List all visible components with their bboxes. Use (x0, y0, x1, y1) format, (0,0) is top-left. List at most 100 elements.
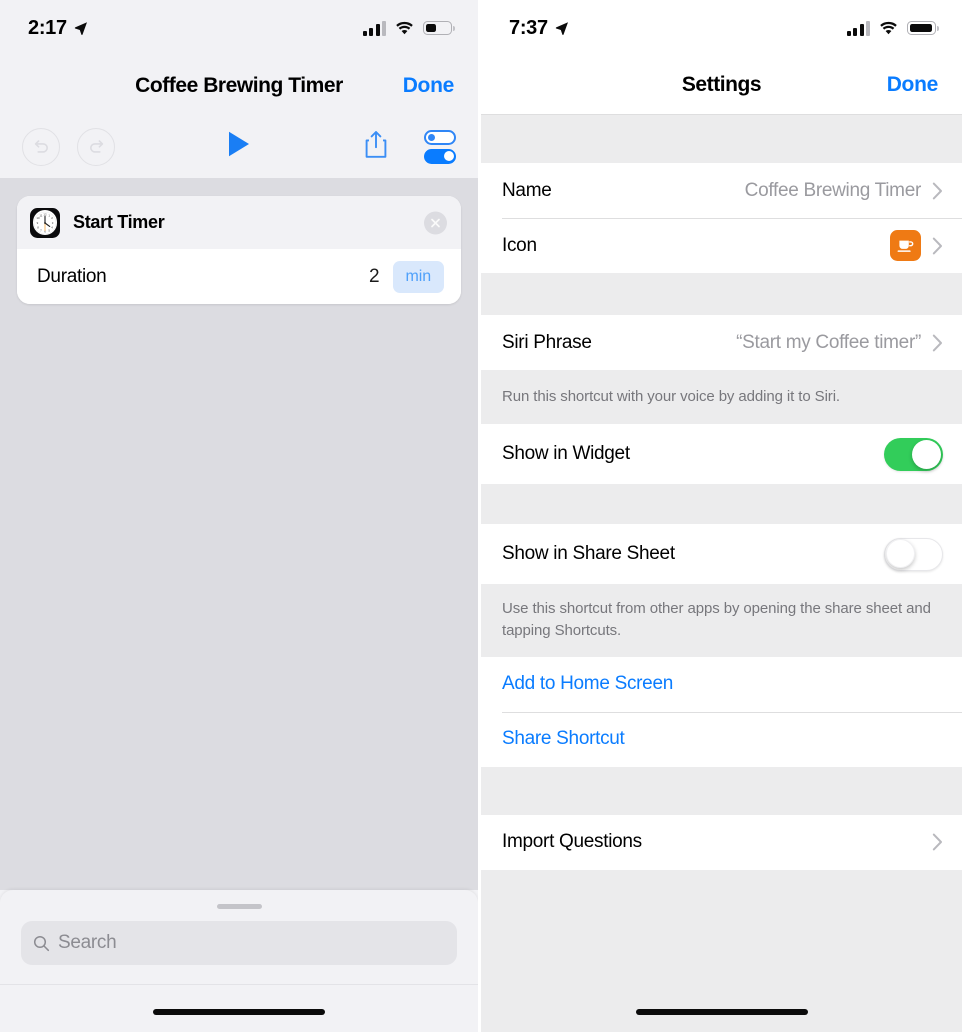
action-card-start-timer[interactable]: 12 3 69 12 45 78 10 11 Start Timer Durat… (17, 196, 461, 304)
shortcut-settings-screen: 7:37 Settings Done Name Coffee Brewing T… (481, 0, 962, 1032)
done-button-right[interactable]: Done (887, 73, 939, 97)
toggle-filled-icon (424, 148, 456, 164)
undo-button[interactable] (22, 127, 60, 166)
row-show-in-share-sheet[interactable]: Show in Share Sheet (481, 524, 962, 585)
clock-app-icon: 12 3 69 12 45 78 10 11 (30, 207, 60, 238)
row-name[interactable]: Name Coffee Brewing Timer (481, 163, 962, 218)
cellular-bars-icon (362, 20, 386, 36)
chevron-right-icon (932, 833, 942, 851)
remove-action-button[interactable] (424, 211, 447, 234)
svg-text:8: 8 (37, 225, 39, 229)
play-icon (229, 131, 249, 157)
section-gap-siri (481, 273, 962, 315)
run-shortcut-button[interactable] (226, 130, 252, 163)
show-in-share-sheet-toggle[interactable] (884, 537, 943, 571)
status-indicators-right (846, 20, 940, 36)
share-button[interactable] (364, 130, 388, 164)
action-title: Start Timer (73, 212, 165, 232)
svg-text:11: 11 (39, 213, 42, 217)
battery-icon (907, 21, 940, 35)
status-time-group-right: 7:37 (509, 17, 569, 40)
redo-button[interactable] (77, 127, 115, 166)
show-in-widget-toggle[interactable] (884, 437, 943, 471)
home-indicator[interactable] (635, 1009, 808, 1015)
svg-text:12: 12 (43, 212, 47, 216)
battery-icon (423, 21, 456, 35)
status-bar-left: 2:17 (0, 0, 478, 56)
status-bar-right: 7:37 (481, 0, 962, 56)
row-siri-phrase[interactable]: Siri Phrase “Start my Coffee timer” (481, 315, 962, 370)
row-siri-value: “Start my Coffee timer” (736, 331, 921, 353)
svg-text:5: 5 (48, 228, 50, 232)
search-icon (33, 935, 50, 951)
shortcut-settings-button[interactable] (424, 129, 456, 164)
nav-bar-left: Coffee Brewing Timer Done (0, 56, 478, 115)
section-siri: Siri Phrase “Start my Coffee timer” (481, 315, 962, 370)
editor-toolbar (0, 115, 478, 178)
row-icon[interactable]: Icon (481, 218, 962, 273)
location-arrow-icon (555, 22, 568, 35)
section-gap-import (481, 766, 962, 815)
undo-icon (34, 140, 48, 153)
status-clock-label-right: 7:37 (509, 16, 548, 39)
row-show-in-widget[interactable]: Show in Widget (481, 424, 962, 485)
svg-text:4: 4 (51, 225, 53, 229)
chevron-right-icon (932, 182, 942, 199)
section-share-sheet: Show in Share Sheet (481, 524, 962, 585)
action-parameter-row[interactable]: Duration 2 min (17, 249, 461, 304)
section-gap-share (481, 484, 962, 525)
import-questions-label: Import Questions (502, 831, 642, 853)
parameter-controls: 2 min (369, 260, 444, 293)
row-import-questions[interactable]: Import Questions (481, 814, 962, 870)
dual-screenshot-stage: 2:17 Coffee Brewing Timer Done 12 3 6 9 … (0, 0, 962, 1032)
row-name-value: Coffee Brewing Timer (744, 179, 922, 201)
wifi-icon (396, 21, 413, 35)
coffee-cup-icon[interactable] (890, 230, 921, 261)
sheet-grabber-handle[interactable] (216, 904, 262, 909)
row-name-label: Name (502, 179, 552, 201)
row-widget-label: Show in Widget (502, 443, 630, 465)
share-sheet-footnote: Use this shortcut from other apps by ope… (481, 584, 962, 657)
home-indicator[interactable] (153, 1009, 325, 1015)
row-icon-label: Icon (502, 234, 537, 256)
siri-footnote: Run this shortcut with your voice by add… (481, 370, 962, 425)
row-share-sheet-label: Show in Share Sheet (502, 543, 675, 565)
editor-right-tools (364, 129, 456, 164)
settings-list: Name Coffee Brewing Timer Icon Siri Phra… (481, 115, 962, 1032)
shortcut-editor-screen: 2:17 Coffee Brewing Timer Done 12 3 6 9 … (0, 0, 481, 1032)
action-card-header: 12 3 69 12 45 78 10 11 Start Timer (17, 196, 461, 249)
redo-icon (89, 140, 103, 153)
chevron-right-icon (932, 334, 942, 351)
history-buttons (22, 127, 115, 166)
done-button-left[interactable]: Done (403, 74, 455, 98)
status-indicators-left (362, 20, 456, 36)
actions-bottom-sheet: Search (0, 890, 478, 1032)
section-name-icon: Name Coffee Brewing Timer Icon (481, 163, 962, 273)
status-clock-label: 2:17 (28, 16, 67, 39)
share-shortcut-label: Share Shortcut (502, 728, 625, 750)
row-add-to-home-screen[interactable]: Add to Home Screen (481, 656, 962, 712)
chevron-right-icon (932, 237, 942, 254)
section-actions: Add to Home Screen Share Shortcut (481, 656, 962, 767)
duration-unit-pill[interactable]: min (392, 260, 444, 293)
svg-text:2: 2 (51, 216, 53, 220)
search-input[interactable]: Search (21, 921, 457, 965)
nav-bar-right: Settings Done (481, 56, 962, 115)
section-import: Import Questions (481, 814, 962, 870)
row-share-shortcut[interactable]: Share Shortcut (481, 711, 962, 767)
clock-hands-icon: 123 69 12 45 78 1011 (33, 211, 57, 234)
parameter-label: Duration (37, 265, 107, 287)
svg-text:9: 9 (37, 221, 39, 225)
svg-text:1: 1 (48, 213, 50, 217)
svg-text:3: 3 (52, 221, 54, 225)
section-widget: Show in Widget (481, 424, 962, 485)
svg-text:7: 7 (40, 228, 42, 232)
page-title: Coffee Brewing Timer (135, 73, 343, 97)
shortcut-canvas: 12 3 69 12 45 78 10 11 Start Timer Durat… (0, 178, 478, 890)
coffee-cup-glyph (897, 240, 913, 252)
duration-value[interactable]: 2 (369, 266, 380, 288)
share-icon (365, 130, 387, 158)
location-arrow-icon (74, 22, 87, 35)
section-gap-top (481, 115, 962, 163)
cellular-bars-icon (846, 20, 870, 36)
